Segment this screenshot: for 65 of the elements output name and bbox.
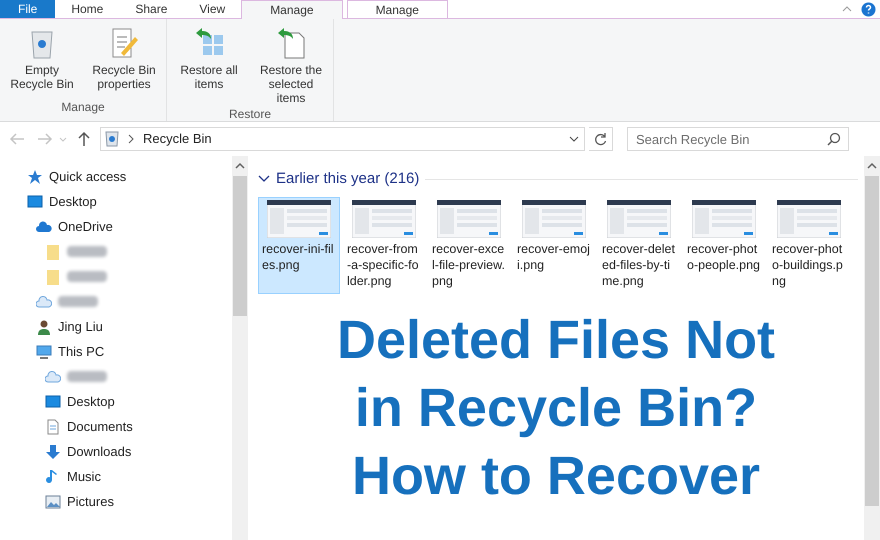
ribbon-button[interactable]: Restore all items: [171, 27, 247, 105]
address-bar[interactable]: Recycle Bin: [100, 127, 585, 151]
document-icon: [45, 418, 61, 434]
nav-item[interactable]: Desktop: [67, 392, 115, 412]
scrollbar[interactable]: [232, 156, 248, 540]
nav-item[interactable]: OneDrive: [58, 216, 113, 236]
ribbon-tab[interactable]: Manage: [346, 0, 448, 18]
nav-item[interactable]: Desktop: [49, 192, 97, 212]
blurred-label: [67, 271, 107, 282]
pictures-icon: [45, 494, 61, 510]
ribbon-button[interactable]: Empty Recycle Bin: [4, 27, 80, 98]
folder-icon: [45, 268, 61, 284]
download-icon: [45, 444, 61, 460]
nav-item[interactable]: Music: [67, 466, 101, 486]
recycle-bin-icon: [105, 131, 119, 147]
monitor-icon: [45, 394, 61, 410]
group-heading[interactable]: Earlier this year (216): [276, 168, 420, 190]
headline: in Recycle Bin?: [354, 377, 758, 440]
nav-item[interactable]: Downloads: [67, 442, 132, 462]
nav-item[interactable]: This PC: [58, 342, 104, 362]
cloud-icon: [36, 218, 52, 234]
computer-icon: [36, 344, 52, 360]
folder-icon: [45, 244, 61, 260]
headline: Deleted Files Not: [336, 309, 776, 372]
nav-item[interactable]: Jing Liu: [58, 316, 103, 336]
help-icon[interactable]: [861, 2, 876, 16]
scrollbar-thumb[interactable]: [233, 176, 247, 316]
ribbon-tab[interactable]: File: [0, 0, 56, 18]
headline: How to Recover: [352, 445, 760, 508]
blurred-label: [67, 246, 107, 257]
search-field[interactable]: Search Recycle Bin: [627, 127, 849, 151]
star-icon: [27, 168, 43, 184]
scroll-up-icon[interactable]: [867, 162, 877, 170]
file-item[interactable]: recover-from-a-specific-folder.png: [343, 196, 425, 294]
file-item[interactable]: recover-emoji.png: [513, 196, 595, 294]
scrollbar-thumb[interactable]: [865, 176, 879, 506]
back-icon[interactable]: [8, 132, 26, 146]
refresh-icon[interactable]: [594, 132, 608, 146]
ribbon-button[interactable]: Restore the selected items: [253, 27, 329, 105]
group-label: Restore: [228, 106, 272, 123]
forward-icon[interactable]: [36, 132, 54, 146]
monitor-icon: [27, 194, 43, 210]
group-label: Manage: [61, 99, 105, 116]
up-icon[interactable]: [76, 131, 92, 147]
cloud-icon: [45, 368, 61, 384]
nav-item[interactable]: Pictures: [67, 492, 114, 512]
scrollbar[interactable]: [864, 156, 880, 540]
cloud-icon: [36, 294, 52, 310]
file-item[interactable]: recover-photo-buildings.png: [768, 196, 850, 294]
file-item[interactable]: recover-ini-files.png: [258, 196, 340, 294]
ribbon-tab[interactable]: Manage: [241, 0, 343, 19]
person-icon: [36, 318, 52, 334]
file-item[interactable]: recover-deleted-files-by-time.png: [598, 196, 680, 294]
scroll-up-icon[interactable]: [235, 162, 245, 170]
blurred-label: [58, 296, 98, 307]
nav-item[interactable]: Quick access: [49, 166, 126, 186]
ribbon-button[interactable]: Recycle Bin properties: [86, 27, 162, 98]
address-path: Recycle Bin: [143, 130, 213, 148]
nav-item[interactable]: Documents: [67, 416, 133, 436]
search-icon: [827, 132, 841, 146]
collapse-icon[interactable]: [258, 174, 270, 184]
blurred-label: [67, 371, 107, 382]
file-item[interactable]: recover-photo-people.png: [683, 196, 765, 294]
file-item[interactable]: recover-excel-file-preview.png: [428, 196, 510, 294]
chevron-icon: [127, 134, 135, 144]
